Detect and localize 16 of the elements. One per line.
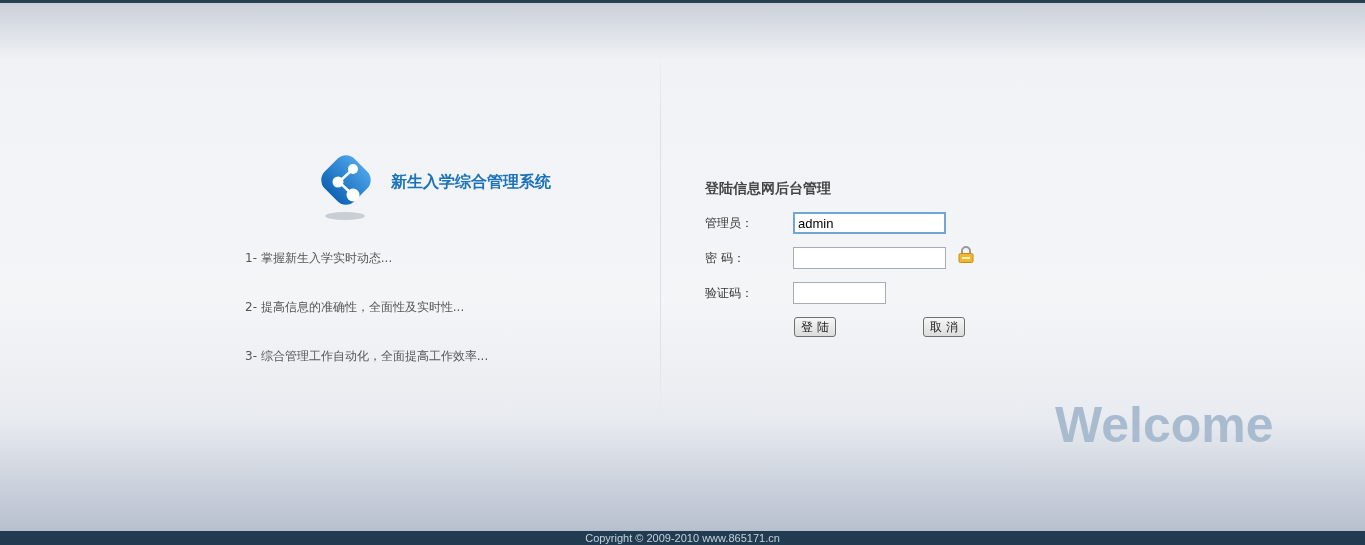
field-label: 密 码： bbox=[705, 249, 746, 267]
system-title: 新生入学综合管理系统 bbox=[391, 171, 551, 193]
field-label: 管理员： bbox=[705, 214, 754, 232]
field-label: 验证码： bbox=[705, 284, 754, 302]
username-field[interactable]: admin bbox=[793, 212, 946, 234]
welcome-text: Welcome bbox=[1055, 396, 1274, 454]
login-heading: 登陆信息网后台管理 bbox=[705, 180, 832, 198]
feature-text: 2- 提高信息的准确性，全面性及实时性... bbox=[245, 300, 466, 315]
copyright-text: Copyright © 2009-2010 www.865171.cn bbox=[585, 532, 780, 544]
login-button[interactable]: 登 陆 bbox=[794, 317, 836, 337]
feature-text: 1- 掌握新生入学实时动态... bbox=[245, 251, 394, 266]
cancel-button[interactable]: 取 消 bbox=[922, 317, 965, 337]
password-field[interactable] bbox=[793, 247, 946, 269]
feature-text: 3- 综合管理工作自动化，全面提高工作效率... bbox=[245, 349, 490, 364]
lock-icon bbox=[958, 245, 974, 263]
captcha-field[interactable] bbox=[793, 282, 886, 304]
